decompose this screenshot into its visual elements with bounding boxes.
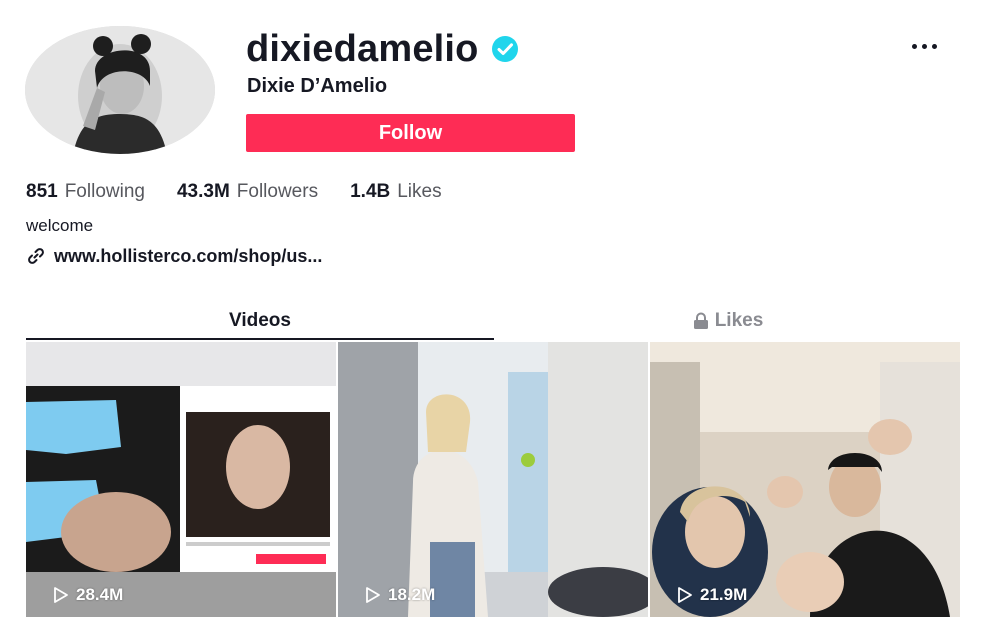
profile-stats: 851 Following 43.3M Followers 1.4B Likes: [26, 180, 474, 204]
video-thumbnail: [26, 342, 336, 617]
stat-value: 851: [26, 181, 58, 202]
view-count-text: 28.4M: [76, 585, 124, 604]
avatar[interactable]: [25, 26, 215, 154]
play-outline-icon: [678, 587, 692, 603]
video-grid: 28.4M 18.2M 21.9M: [26, 342, 960, 617]
chain-link-icon: [28, 248, 44, 264]
view-count-text: 18.2M: [388, 585, 436, 604]
verified-check-icon: [491, 36, 518, 62]
display-name: Dixie D’Amelio: [247, 75, 388, 97]
profile-link-text: www.hollisterco.com/shop/us...: [54, 246, 323, 266]
avatar-photo: [25, 26, 215, 154]
tab-label: Likes: [714, 310, 764, 331]
ellipsis-dot: [931, 43, 937, 49]
stat-value: 43.3M: [176, 181, 230, 202]
profile-link[interactable]: www.hollisterco.com/shop/us...: [26, 244, 322, 268]
username-heading: dixiedamelio: [246, 26, 519, 72]
video-card[interactable]: 18.2M: [338, 342, 648, 617]
tab-videos[interactable]: Videos: [26, 304, 494, 340]
username-text: dixiedamelio: [246, 28, 479, 70]
ellipsis-dot: [921, 43, 927, 49]
follow-button[interactable]: Follow: [246, 114, 575, 152]
play-outline-icon: [366, 587, 380, 603]
video-card[interactable]: 21.9M: [650, 342, 960, 617]
profile-tabs: Videos Likes: [26, 304, 960, 340]
view-count-text: 21.9M: [700, 585, 748, 604]
stat-followers[interactable]: 43.3M Followers: [177, 180, 318, 204]
stat-label: Following: [64, 181, 145, 202]
tab-likes[interactable]: Likes: [494, 304, 960, 338]
view-count: 28.4M: [52, 585, 123, 605]
stat-following[interactable]: 851 Following: [26, 180, 145, 204]
bio-text: welcome: [26, 216, 94, 235]
video-card[interactable]: 28.4M: [26, 342, 336, 617]
play-outline-icon: [54, 587, 68, 603]
view-count: 18.2M: [364, 585, 435, 605]
view-count: 21.9M: [676, 585, 747, 605]
stat-label: Followers: [236, 181, 319, 202]
stat-value: 1.4B: [350, 181, 391, 202]
tab-label: Videos: [229, 310, 291, 331]
stat-likes: 1.4B Likes: [350, 180, 442, 204]
video-thumbnail: [650, 342, 960, 617]
ellipsis-dot: [911, 43, 917, 49]
stat-label: Likes: [397, 181, 442, 202]
lock-icon: [693, 312, 708, 329]
ellipsis-icon[interactable]: [904, 34, 944, 58]
video-thumbnail: [338, 342, 648, 617]
